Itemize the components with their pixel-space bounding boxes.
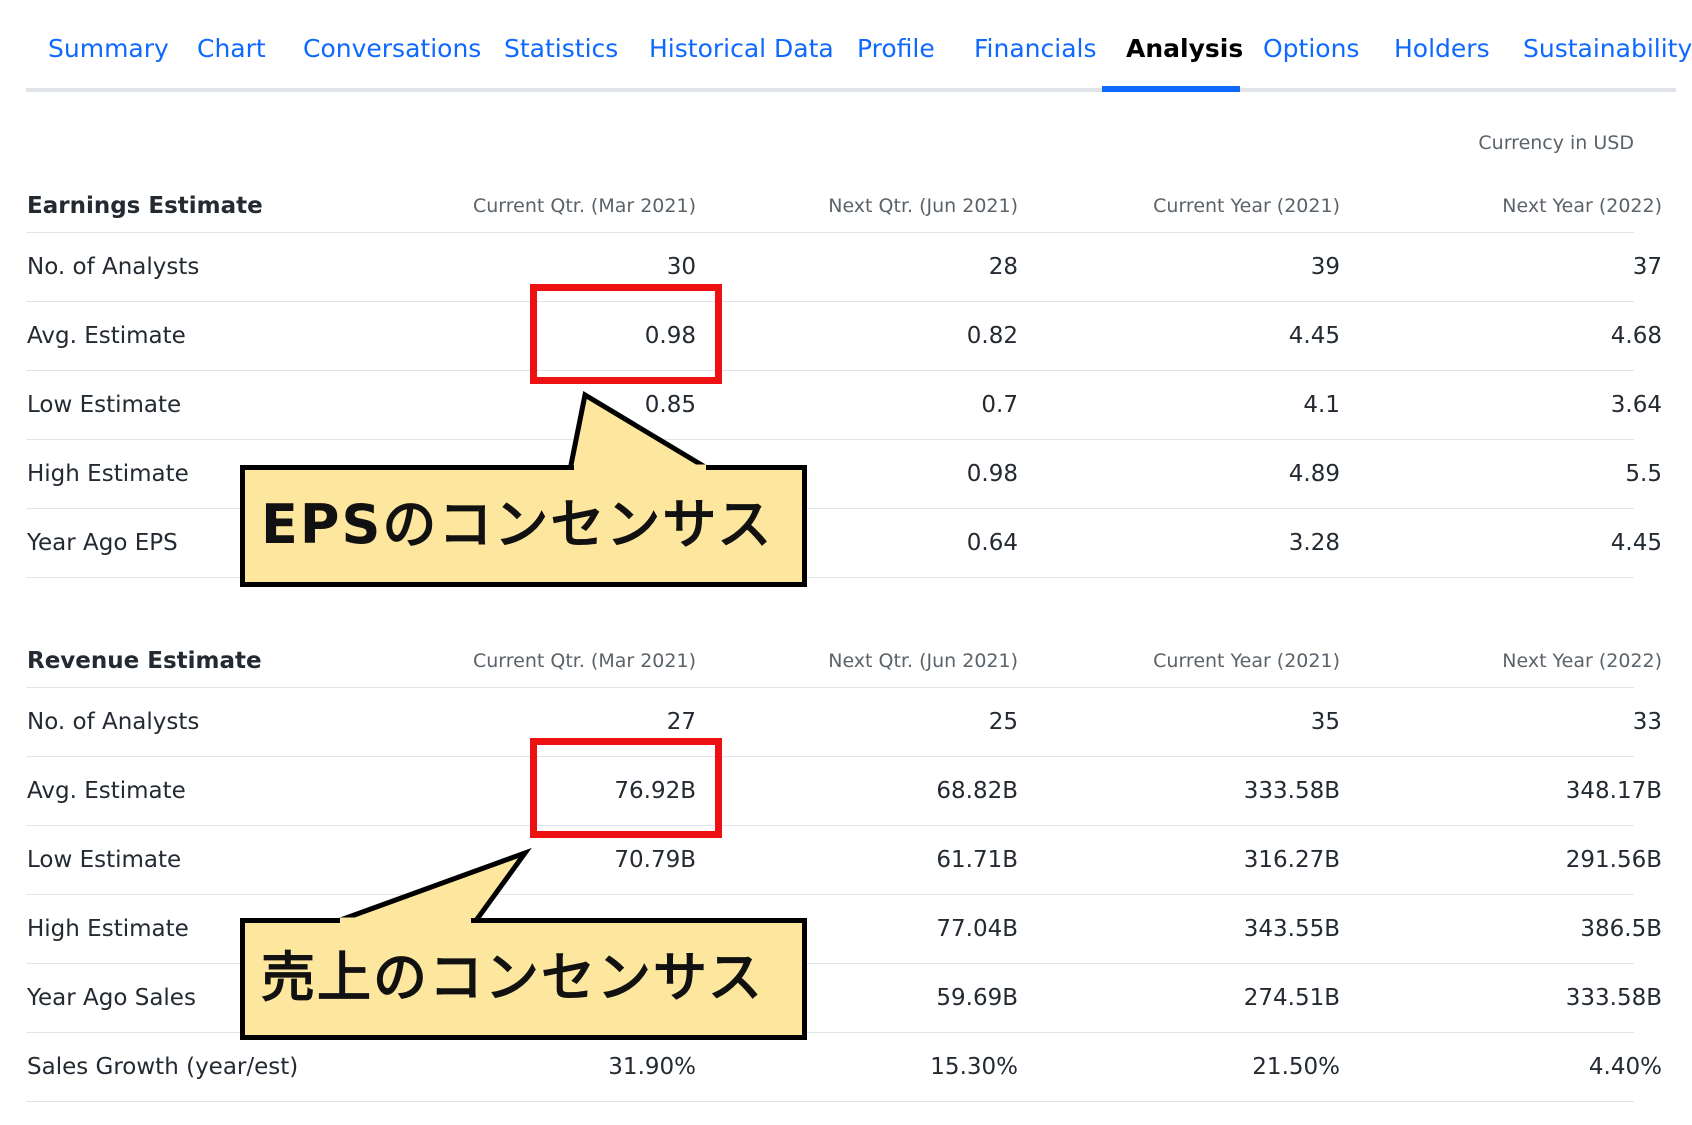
callout-tail-joins — [340, 464, 706, 925]
